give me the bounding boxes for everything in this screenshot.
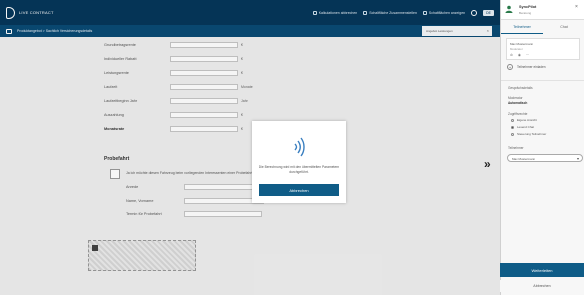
radio-label: Eigene Ansicht [517, 118, 537, 122]
invite-participant-button[interactable]: + Teilnehmer einladen [507, 64, 546, 70]
participant-card[interactable]: Max Mustermann Moderator ⊘ ◉ ⋯ [506, 38, 580, 60]
panel-tabs: Teilnehmer Chat [501, 22, 584, 34]
radio-label: Steuerung Teilnehmer [517, 132, 547, 136]
participant-name: Max Mustermann [510, 42, 534, 46]
user-role: Beratung [519, 11, 532, 15]
radio-eigene-ansicht[interactable] [511, 119, 514, 122]
collapse-panel-icon[interactable]: » [484, 157, 491, 171]
select-label: Teilnehmer [508, 146, 524, 150]
user-name: SyncPilot [519, 5, 537, 9]
participant-controls[interactable]: ⊘ ◉ ⋯ [510, 53, 531, 57]
section-label: Gesprächsdetails [508, 86, 533, 90]
close-icon[interactable]: × [575, 4, 578, 10]
plus-icon: + [507, 64, 513, 70]
calculation-dialog: Die Berechnung wird mit den übermittelte… [252, 121, 346, 203]
moderator-value: Automatisch [508, 101, 528, 105]
panel-cancel-button[interactable]: Abbrechen [500, 280, 584, 292]
participant-select[interactable]: Max Mustermann ▾ [507, 154, 583, 162]
radio-label: Lesend Chat [517, 125, 535, 129]
chevron-down-icon: ▾ [576, 156, 579, 161]
participant-role: Moderator [510, 47, 523, 51]
radio-steuerung[interactable] [511, 133, 514, 136]
dialog-message: Die Berechnung wird mit den übermittelte… [258, 165, 340, 174]
select-value: Max Mustermann [512, 157, 536, 161]
access-label: Zugriffsrechte [508, 112, 528, 116]
moderator-label: Moderator [508, 96, 523, 100]
panel-divider [501, 80, 584, 81]
user-icon [505, 5, 513, 13]
dialog-cancel-button[interactable]: Abbrechen [259, 184, 339, 196]
signal-icon [294, 137, 305, 157]
tab-chat[interactable]: Chat [543, 22, 584, 34]
right-panel: SyncPilot Beratung × Teilnehmer Chat Max… [500, 0, 584, 295]
radio-lesend-chat[interactable] [511, 126, 514, 129]
forward-button[interactable]: Weiterleiten [500, 263, 584, 277]
modal-overlay [0, 0, 500, 295]
tab-teilnehmer[interactable]: Teilnehmer [501, 22, 543, 34]
invite-label: Teilnehmer einladen [517, 65, 546, 69]
panel-header: SyncPilot Beratung × [501, 0, 584, 20]
